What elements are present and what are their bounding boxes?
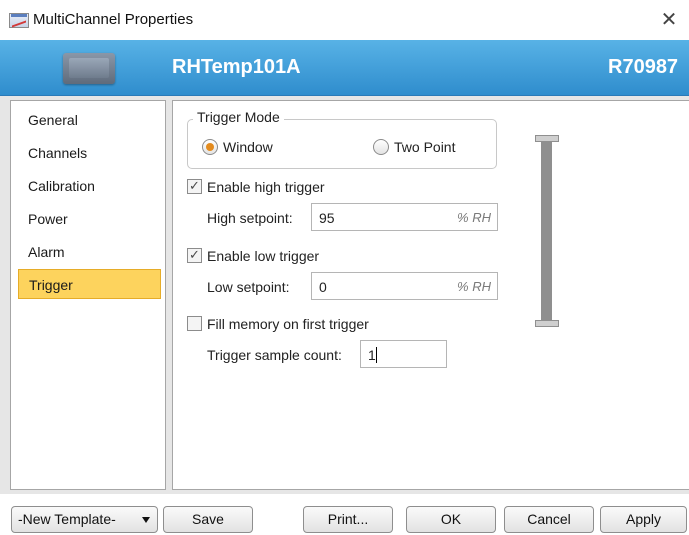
high-setpoint-input[interactable]: 95 % RH (311, 203, 498, 231)
setpoint-slider-track[interactable] (541, 138, 552, 324)
high-setpoint-value: 95 (319, 210, 335, 226)
sample-count-value: 1 (368, 347, 376, 363)
sample-count-input[interactable]: 1 (360, 340, 447, 368)
enable-low-trigger-label: Enable low trigger (207, 248, 320, 264)
window-mode-label: Window (223, 139, 273, 155)
chevron-down-icon (142, 517, 150, 523)
window-title: MultiChannel Properties (33, 11, 194, 28)
fill-memory-label: Fill memory on first trigger (207, 316, 369, 332)
sidebar: General Channels Calibration Power Alarm… (10, 100, 166, 490)
two-point-mode-radio[interactable] (373, 139, 389, 155)
device-header: RHTemp101A R70987 (0, 40, 689, 96)
low-setpoint-value: 0 (319, 279, 327, 295)
low-setpoint-input[interactable]: 0 % RH (311, 272, 498, 300)
slider-low-handle[interactable] (535, 320, 559, 327)
cancel-button[interactable]: Cancel (504, 506, 594, 533)
text-caret (375, 347, 377, 363)
high-setpoint-label: High setpoint: (207, 210, 293, 226)
low-setpoint-label: Low setpoint: (207, 279, 290, 295)
sample-count-label: Trigger sample count: (207, 347, 342, 363)
sidebar-item-trigger[interactable]: Trigger (18, 269, 161, 299)
low-setpoint-unit: % RH (457, 279, 491, 294)
enable-high-trigger-checkbox[interactable]: ✓ (187, 179, 202, 194)
window-mode-radio[interactable] (202, 139, 218, 155)
high-setpoint-unit: % RH (457, 210, 491, 225)
device-name: RHTemp101A (172, 56, 301, 78)
enable-low-trigger-checkbox[interactable]: ✓ (187, 248, 202, 263)
slider-high-handle[interactable] (535, 135, 559, 142)
sidebar-item-general[interactable]: General (18, 105, 161, 135)
sidebar-item-calibration[interactable]: Calibration (18, 171, 161, 201)
sidebar-item-channels[interactable]: Channels (18, 138, 161, 168)
two-point-mode-label: Two Point (394, 139, 456, 155)
sidebar-item-alarm[interactable]: Alarm (18, 237, 161, 267)
fill-memory-checkbox[interactable] (187, 316, 202, 331)
apply-button[interactable]: Apply (600, 506, 687, 533)
device-serial: R70987 (608, 56, 679, 78)
sidebar-item-power[interactable]: Power (18, 204, 161, 234)
trigger-mode-title: Trigger Mode (193, 109, 284, 125)
enable-high-trigger-label: Enable high trigger (207, 179, 325, 195)
title-bar: MultiChannel Properties ✕ (0, 0, 689, 40)
close-button[interactable]: ✕ (655, 6, 683, 32)
ok-button[interactable]: OK (406, 506, 496, 533)
save-button[interactable]: Save (163, 506, 253, 533)
print-button[interactable]: Print... (303, 506, 393, 533)
template-dropdown[interactable]: -New Template- (11, 506, 158, 533)
device-image (63, 53, 115, 84)
template-dropdown-value: -New Template- (18, 511, 116, 527)
app-chart-icon (9, 13, 29, 28)
